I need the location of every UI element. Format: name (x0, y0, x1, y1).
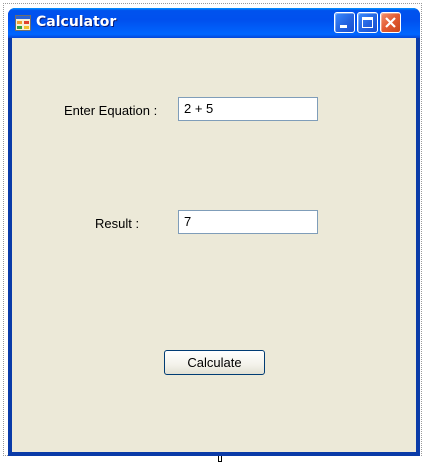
maximize-button[interactable] (357, 12, 378, 33)
window-title: Calculator (36, 14, 117, 30)
equation-input[interactable]: 2 + 5 (178, 97, 318, 121)
form-icon (15, 15, 31, 31)
form-client-area: Enter Equation : 2 + 5 Result : 7 Calcul… (12, 38, 416, 452)
calculate-button[interactable]: Calculate (164, 350, 265, 375)
calculator-window: Calculator Enter Equation : 2 + 5 Result… (8, 8, 420, 456)
close-icon (385, 17, 396, 28)
title-bar[interactable]: Calculator (8, 8, 420, 38)
minimize-button[interactable] (334, 12, 355, 33)
resize-handle-bottom[interactable] (218, 455, 222, 462)
minimize-icon (340, 25, 347, 28)
equation-label: Enter Equation : (64, 103, 158, 118)
close-button[interactable] (380, 12, 401, 33)
result-label: Result : (95, 216, 140, 231)
result-field[interactable]: 7 (178, 210, 318, 234)
maximize-icon (362, 17, 373, 28)
